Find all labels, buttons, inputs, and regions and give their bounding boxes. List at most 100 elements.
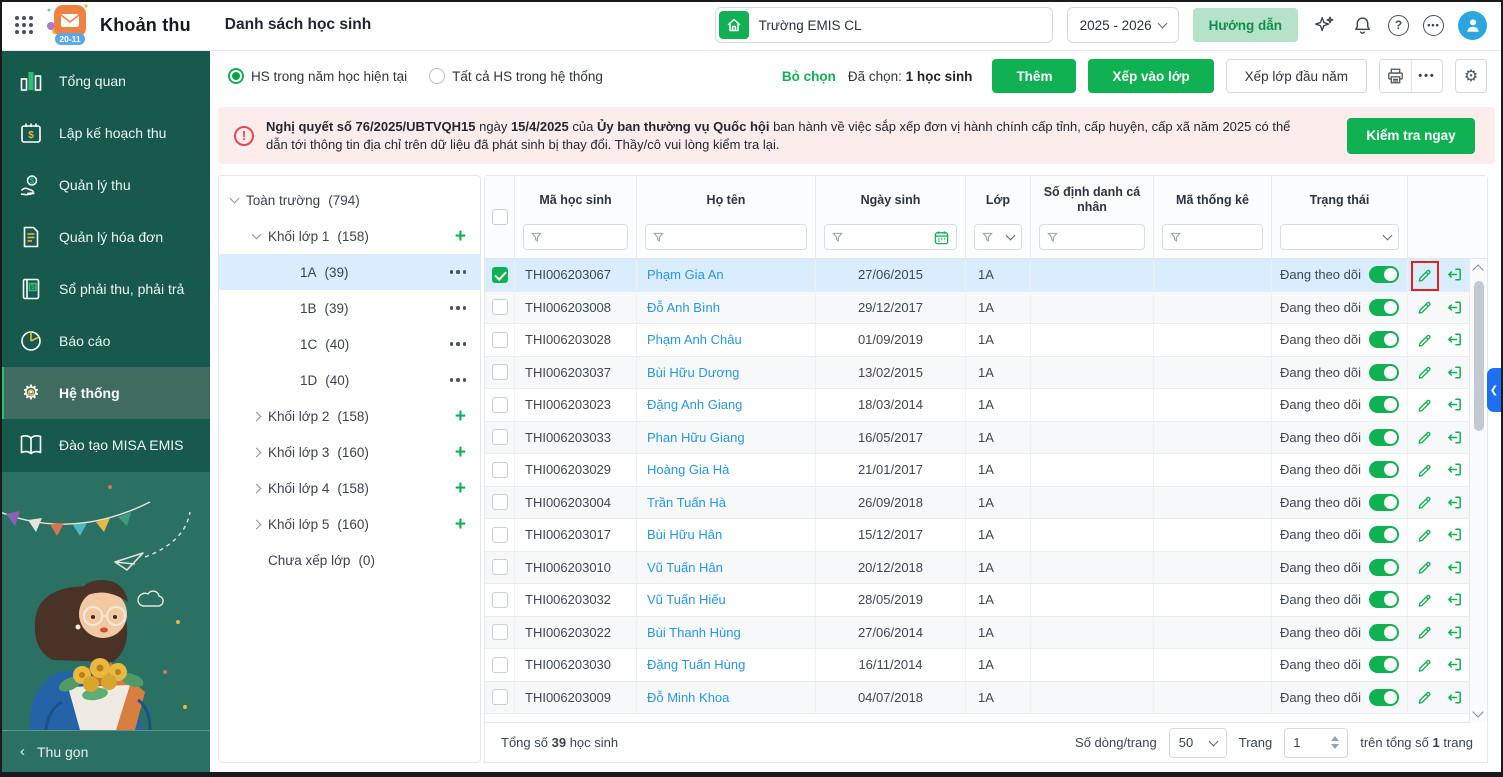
tree-item[interactable]: Khối lớp 2 (158) + xyxy=(219,398,480,434)
rows-per-page-select[interactable]: 50 xyxy=(1169,728,1227,758)
table-row[interactable]: THI006203008 Đỗ Anh Bình 29/12/2017 1A Đ… xyxy=(485,292,1487,325)
status-toggle[interactable] xyxy=(1369,364,1399,381)
add-class-icon[interactable]: + xyxy=(455,227,466,246)
table-settings-gear-icon[interactable]: ⚙ xyxy=(1455,59,1487,93)
table-row[interactable]: THI006203033 Phan Hữu Giang 16/05/2017 1… xyxy=(485,422,1487,455)
row-checkbox[interactable] xyxy=(492,364,508,380)
status-toggle[interactable] xyxy=(1369,461,1399,478)
move-out-class-icon[interactable] xyxy=(1444,687,1464,707)
add-class-icon[interactable]: + xyxy=(455,479,466,498)
table-row[interactable]: THI006203037 Bùi Hữu Dương 13/02/2015 1A… xyxy=(485,357,1487,390)
student-name-link[interactable]: Bùi Hữu Dương xyxy=(647,365,739,380)
add-class-icon[interactable]: + xyxy=(455,407,466,426)
edit-pencil-icon[interactable] xyxy=(1415,590,1435,610)
row-checkbox[interactable] xyxy=(492,429,508,445)
sidebar-item-gear[interactable]: ⚙ Hệ thống xyxy=(0,367,210,419)
panel-expand-tab[interactable]: ❮ xyxy=(1487,368,1501,412)
edit-pencil-icon[interactable] xyxy=(1415,525,1435,545)
table-row[interactable]: THI006203017 Bùi Hữu Hân 15/12/2017 1A Đ… xyxy=(485,519,1487,552)
tree-item[interactable]: 1B (39) + xyxy=(219,290,480,326)
student-name-link[interactable]: Hoàng Gia Hà xyxy=(647,462,729,477)
help-icon[interactable]: ? xyxy=(1388,15,1409,36)
status-toggle[interactable] xyxy=(1369,331,1399,348)
tree-chevron-icon[interactable] xyxy=(252,230,262,240)
filter-status[interactable] xyxy=(1280,224,1399,250)
add-class-icon[interactable]: + xyxy=(455,443,466,462)
edit-pencil-icon[interactable] xyxy=(1415,395,1435,415)
sidebar-item-calendar-money[interactable]: $ Lập kế hoạch thu xyxy=(0,107,210,159)
edit-pencil-icon[interactable] xyxy=(1415,622,1435,642)
table-row[interactable]: THI006203030 Đặng Tuấn Hùng 16/11/2014 1… xyxy=(485,649,1487,682)
apps-grid-icon[interactable] xyxy=(14,15,34,35)
row-checkbox[interactable] xyxy=(492,657,508,673)
table-row[interactable]: THI006203067 Phạm Gia An 27/06/2015 1A Đ… xyxy=(485,259,1487,292)
filter-class[interactable] xyxy=(974,224,1022,250)
edit-pencil-icon[interactable] xyxy=(1415,427,1435,447)
tree-item[interactable]: Khối lớp 5 (160) + xyxy=(219,506,480,542)
student-name-link[interactable]: Đặng Tuấn Hùng xyxy=(647,657,745,672)
student-name-link[interactable]: Đặng Anh Giang xyxy=(647,397,742,412)
move-out-class-icon[interactable] xyxy=(1444,525,1464,545)
filter-dob[interactable] xyxy=(824,224,957,250)
move-out-class-icon[interactable] xyxy=(1444,395,1464,415)
notifications-bell-icon[interactable] xyxy=(1350,13,1374,37)
page-number-input[interactable]: 1 xyxy=(1284,728,1348,758)
move-out-class-icon[interactable] xyxy=(1444,297,1464,317)
student-name-link[interactable]: Vũ Tuấn Hân xyxy=(647,560,723,575)
row-checkbox[interactable] xyxy=(492,267,508,283)
student-name-link[interactable]: Vũ Tuấn Hiếu xyxy=(647,592,726,607)
status-toggle[interactable] xyxy=(1369,429,1399,446)
student-name-link[interactable]: Đỗ Anh Bình xyxy=(647,300,720,315)
edit-pencil-icon[interactable] xyxy=(1415,297,1435,317)
filter-full-name[interactable] xyxy=(645,224,807,250)
sidebar-item-invoice[interactable]: Quản lý hóa đơn xyxy=(0,211,210,263)
tree-item[interactable]: 1C (40) + xyxy=(219,326,480,362)
filter-student-id[interactable] xyxy=(523,224,628,250)
sidebar-item-open-book[interactable]: Đào tạo MISA EMIS xyxy=(0,419,210,471)
move-out-class-icon[interactable] xyxy=(1444,590,1464,610)
status-toggle[interactable] xyxy=(1369,299,1399,316)
row-checkbox[interactable] xyxy=(492,494,508,510)
move-out-class-icon[interactable] xyxy=(1444,427,1464,447)
move-out-class-icon[interactable] xyxy=(1444,622,1464,642)
edit-pencil-icon[interactable] xyxy=(1415,330,1435,350)
edit-pencil-icon[interactable] xyxy=(1415,687,1435,707)
status-toggle[interactable] xyxy=(1369,689,1399,706)
tree-item-menu-icon[interactable] xyxy=(450,306,467,310)
row-checkbox[interactable] xyxy=(492,624,508,640)
tree-chevron-icon[interactable] xyxy=(252,411,262,421)
tree-chevron-icon[interactable] xyxy=(252,519,262,529)
sidebar-item-pie-chart[interactable]: Báo cáo xyxy=(0,315,210,367)
more-menu-icon[interactable]: ••• xyxy=(1423,15,1444,36)
status-toggle[interactable] xyxy=(1369,266,1399,283)
edit-pencil-icon[interactable] xyxy=(1415,265,1435,285)
row-checkbox[interactable] xyxy=(492,689,508,705)
radio-all-students[interactable]: Tất cả HS trong hệ thống xyxy=(429,68,603,84)
edit-pencil-icon[interactable] xyxy=(1415,492,1435,512)
status-toggle[interactable] xyxy=(1369,624,1399,641)
row-checkbox[interactable] xyxy=(492,397,508,413)
page-spinner[interactable] xyxy=(1331,736,1339,749)
deselect-button[interactable]: Bỏ chọn xyxy=(782,69,836,84)
table-row[interactable]: THI006203023 Đặng Anh Giang 18/03/2014 1… xyxy=(485,389,1487,422)
check-now-button[interactable]: Kiểm tra ngay xyxy=(1347,118,1475,154)
user-avatar[interactable] xyxy=(1458,11,1487,40)
filter-personal-id[interactable] xyxy=(1039,224,1145,250)
calendar-icon[interactable] xyxy=(934,230,949,245)
table-row[interactable]: THI006203028 Phạm Anh Châu 01/09/2019 1A… xyxy=(485,324,1487,357)
student-name-link[interactable]: Đỗ Minh Khoa xyxy=(647,690,729,705)
assign-class-button[interactable]: Xếp vào lớp xyxy=(1088,59,1213,93)
row-checkbox[interactable] xyxy=(492,332,508,348)
vertical-scrollbar[interactable] xyxy=(1469,259,1487,723)
select-all-checkbox[interactable] xyxy=(492,209,508,225)
row-checkbox[interactable] xyxy=(492,299,508,315)
tree-item-menu-icon[interactable] xyxy=(450,342,467,346)
move-out-class-icon[interactable] xyxy=(1444,330,1464,350)
tree-item[interactable]: Toàn trường (794) + xyxy=(219,182,480,218)
sidebar-collapse-button[interactable]: ‹ Thu gọn xyxy=(0,730,210,772)
tree-item[interactable]: Chưa xếp lớp (0) + xyxy=(219,542,480,578)
status-toggle[interactable] xyxy=(1369,494,1399,511)
scroll-down-icon[interactable] xyxy=(1472,706,1483,717)
student-name-link[interactable]: Bùi Thanh Hùng xyxy=(647,625,741,640)
edit-pencil-icon[interactable] xyxy=(1415,362,1435,382)
